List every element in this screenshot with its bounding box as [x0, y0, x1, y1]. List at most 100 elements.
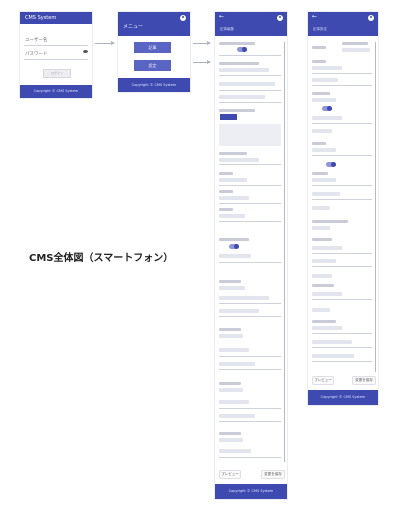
field-label	[219, 382, 241, 385]
select-field[interactable]	[312, 192, 340, 196]
detail-header: ← 記事設定	[308, 12, 378, 36]
login-button[interactable]: ログイン	[43, 69, 71, 78]
login-title: CMS System	[25, 15, 57, 21]
field-underline	[312, 266, 372, 267]
login-screen: CMS System ユーザー名 パスワード ログイン Copyright © …	[20, 12, 92, 98]
field-label	[219, 152, 247, 155]
text-field[interactable]	[219, 362, 255, 366]
field-underline	[312, 333, 372, 334]
text-field[interactable]	[219, 296, 269, 300]
text-field[interactable]	[312, 274, 332, 278]
text-field[interactable]	[312, 148, 336, 152]
login-password-underline	[24, 59, 88, 60]
field-label	[312, 238, 332, 241]
text-field[interactable]	[219, 334, 243, 338]
text-field[interactable]	[312, 178, 336, 182]
menu-item-articles[interactable]: 記事	[134, 42, 171, 53]
field-label	[312, 46, 326, 49]
field-label	[219, 238, 249, 241]
field-underline	[312, 185, 372, 186]
text-field[interactable]	[312, 129, 332, 133]
toggle-switch[interactable]	[237, 47, 247, 52]
text-field[interactable]	[312, 246, 342, 250]
text-field[interactable]	[219, 414, 255, 418]
field-underline	[219, 75, 281, 76]
field-label	[312, 284, 334, 287]
account-icon[interactable]	[368, 15, 374, 21]
text-field[interactable]	[312, 308, 330, 312]
field-label	[312, 172, 328, 175]
text-field[interactable]	[312, 206, 330, 210]
field-label	[219, 172, 233, 175]
detail-title: 記事設定	[313, 27, 327, 31]
text-field[interactable]	[219, 178, 247, 182]
text-field[interactable]	[219, 254, 251, 258]
field-label	[219, 280, 241, 283]
field-underline	[312, 85, 372, 86]
preview-button[interactable]: プレビュー	[312, 376, 334, 385]
upload-button[interactable]	[220, 114, 237, 120]
field-label	[219, 328, 241, 331]
back-arrow-icon[interactable]: ←	[312, 14, 317, 20]
account-icon[interactable]	[180, 15, 186, 21]
text-field[interactable]	[312, 98, 336, 102]
field-underline	[312, 299, 372, 300]
text-field[interactable]	[219, 348, 249, 352]
text-field[interactable]	[219, 214, 245, 218]
menu-title: メニュー	[123, 24, 144, 30]
text-field[interactable]	[312, 226, 330, 230]
field-underline	[312, 199, 372, 200]
diagram-caption: CMS全体図（スマートフォン）	[29, 253, 174, 264]
image-preview	[219, 124, 281, 146]
text-field[interactable]	[312, 326, 342, 330]
select-field[interactable]	[312, 116, 342, 120]
scrollbar[interactable]	[375, 42, 376, 372]
field-underline	[219, 164, 281, 165]
field-underline	[219, 55, 281, 56]
select-field[interactable]	[219, 158, 259, 162]
field-label	[219, 109, 255, 112]
preview-button[interactable]: プレビュー	[219, 470, 241, 479]
login-user-field[interactable]: ユーザー名	[25, 37, 47, 43]
detail-footer: Copyright © CMS System	[308, 390, 378, 405]
text-field[interactable]	[312, 340, 352, 344]
field-underline	[219, 102, 281, 103]
text-field[interactable]	[312, 66, 342, 70]
save-button[interactable]: 変更を保存	[261, 470, 285, 479]
text-field[interactable]	[342, 48, 370, 52]
save-button[interactable]: 変更を保存	[352, 376, 376, 385]
account-icon[interactable]	[277, 15, 283, 21]
text-field[interactable]	[219, 196, 249, 200]
text-field[interactable]	[312, 78, 338, 82]
field-underline	[312, 73, 372, 74]
field-underline	[312, 253, 372, 254]
field-underline	[312, 347, 372, 348]
text-field[interactable]	[219, 388, 243, 392]
text-field[interactable]	[219, 449, 251, 453]
edit-screen: ← 記事編集 プレビュー 変更を保存 Copyright © CMS Syste…	[215, 12, 287, 499]
toggle-switch[interactable]	[322, 106, 332, 111]
select-field[interactable]	[312, 292, 342, 296]
scrollbar[interactable]	[284, 42, 285, 462]
toggle-switch[interactable]	[326, 162, 336, 167]
text-field[interactable]	[219, 286, 245, 290]
field-underline	[312, 123, 372, 124]
field-label	[342, 42, 368, 45]
text-field[interactable]	[219, 438, 243, 442]
field-underline	[219, 421, 281, 422]
text-field[interactable]	[219, 309, 259, 313]
menu-item-settings[interactable]: 設定	[134, 60, 171, 71]
text-field[interactable]	[312, 354, 354, 358]
menu-header: メニュー	[118, 12, 190, 36]
text-field[interactable]	[219, 400, 249, 404]
text-field[interactable]	[219, 82, 275, 86]
field-label	[219, 208, 233, 211]
login-password-field[interactable]: パスワード	[25, 51, 48, 57]
toggle-switch[interactable]	[229, 244, 239, 249]
eye-icon[interactable]	[83, 50, 88, 53]
back-arrow-icon[interactable]: ←	[219, 14, 224, 20]
edit-header: ← 記事編集	[215, 12, 287, 36]
text-field[interactable]	[219, 68, 269, 72]
text-field[interactable]	[312, 259, 336, 263]
text-field[interactable]	[219, 95, 265, 99]
